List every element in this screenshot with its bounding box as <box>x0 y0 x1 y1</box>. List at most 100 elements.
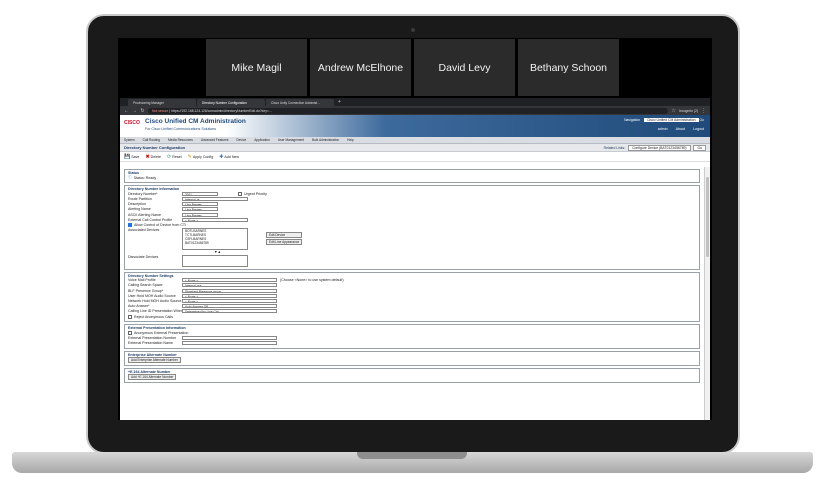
calling-search-space-select[interactable]: Internal-css <box>182 283 277 288</box>
field-label: External Presentation Number <box>128 335 177 340</box>
list-item[interactable]: BAT0123456789 <box>185 241 247 245</box>
save-button[interactable]: 💾 Save <box>124 154 139 160</box>
user-hold-moh-select[interactable]: < None > <box>182 293 277 298</box>
dn-settings-section: Directory Number Settings Voice Mail Pro… <box>124 271 700 323</box>
participant-tile[interactable]: Bethany Schoon <box>518 39 619 96</box>
delete-icon: ✖ <box>145 153 150 160</box>
add-new-icon: ✚ <box>219 153 224 160</box>
ascii-alerting-name-input[interactable]: Lisa Barnes <box>182 212 218 217</box>
menu-item-user-management[interactable]: User Management <box>278 138 304 142</box>
field-label: Calling Search Space <box>128 283 163 288</box>
associated-devices-label: Associated Devices <box>128 227 160 232</box>
navigation-select[interactable]: Cisco Unified CM Administration <box>644 118 699 122</box>
voice-mail-profile-select[interactable]: < None > <box>182 278 277 283</box>
dissociate-devices-list[interactable] <box>182 254 248 267</box>
related-links-select[interactable]: Configure Device (BAT0123456789) <box>628 144 691 151</box>
field-label: Calling Line ID Presentation When Divert… <box>128 309 182 314</box>
reset-button[interactable]: ⟳ Reset <box>167 154 182 160</box>
menu-item-application[interactable]: Application <box>254 138 270 142</box>
menu-item-device[interactable]: Device <box>236 138 246 142</box>
app-subtitle: For Cisco Unified Communications Solutio… <box>145 127 217 131</box>
move-arrows-icon[interactable]: ▼▲ <box>214 250 221 254</box>
anonymous-presentation-label: Anonymous External Presentation <box>134 330 189 335</box>
add-e164-alternate-button[interactable]: Add +E.164 Alternate Number <box>128 373 177 380</box>
banner-links: admin About Logout <box>658 127 704 131</box>
browser-tab-active[interactable]: Directory Number Configuration <box>197 99 265 106</box>
allow-control-checkbox[interactable] <box>128 222 132 227</box>
url-input[interactable]: Not secure | https://192.168.124.126/ccm… <box>148 107 669 114</box>
blf-presence-group-select[interactable]: Standard Presence group <box>182 288 277 293</box>
dn-info-section: Directory Number Information Directory N… <box>124 185 700 270</box>
field-label: Route Partition <box>128 196 152 201</box>
participant-tile[interactable]: Andrew McElhone <box>310 39 411 96</box>
edit-line-appearance-button[interactable]: Edit Line Appearance <box>266 238 303 245</box>
info-icon: ⓘ <box>128 175 132 180</box>
incognito-profile[interactable]: Incognito (2) <box>679 109 698 113</box>
related-go-button[interactable]: Go <box>693 144 706 151</box>
allow-control-label: Allow Control of Device from CTI <box>134 222 187 227</box>
network-hold-moh-select[interactable]: < None > <box>182 299 277 304</box>
app-menubar: System Call Routing Media Resources Adva… <box>120 137 710 144</box>
new-tab-icon[interactable]: + <box>335 99 341 106</box>
menu-item-help[interactable]: Help <box>347 138 354 142</box>
add-enterprise-alternate-button[interactable]: Add Enterprise Alternate Number <box>128 356 181 363</box>
delete-button[interactable]: ✖ Delete <box>145 154 161 160</box>
apply-config-button[interactable]: ✎ Apply Config <box>188 154 214 160</box>
participant-tile[interactable]: David Levy <box>414 39 515 96</box>
not-secure-warning[interactable]: Not secure <box>152 109 168 113</box>
anonymous-presentation-checkbox[interactable] <box>128 330 132 335</box>
field-label: ASCII Alerting Name <box>128 212 161 217</box>
logout-link[interactable]: Logout <box>693 127 704 131</box>
webcam <box>411 28 415 32</box>
star-icon[interactable]: ☆ <box>671 108 676 114</box>
urgent-priority-checkbox[interactable] <box>238 191 242 196</box>
related-links: Related Links: Configure Device (BAT0123… <box>603 144 706 151</box>
menu-item-bulk-administration[interactable]: Bulk Administration <box>312 138 339 142</box>
auto-answer-select[interactable]: Auto Answer Off <box>182 304 277 309</box>
field-note: (Choose <None> to use system default) <box>280 278 344 283</box>
reject-anonymous-checkbox[interactable] <box>128 314 132 319</box>
address-bar-row: ← → ↻ Not secure | https://192.168.124.1… <box>120 106 710 115</box>
description-input[interactable]: Lisa Barnes <box>182 202 218 207</box>
user-link[interactable]: admin <box>658 127 668 131</box>
external-presentation-name-input[interactable] <box>182 341 277 346</box>
field-label: Auto Answer* <box>128 304 150 309</box>
menu-item-system[interactable]: System <box>124 138 135 142</box>
menu-item-advanced-features[interactable]: Advanced Features <box>201 138 229 142</box>
field-label: BLF Presence Group* <box>128 288 164 293</box>
participant-tile[interactable]: Mike Magil <box>206 39 307 96</box>
reject-anonymous-label: Reject Anonymous Calls <box>134 314 173 319</box>
menu-item-media-resources[interactable]: Media Resources <box>168 138 193 142</box>
app-banner: CISCO Cisco Unified CM Administration Fo… <box>120 115 710 137</box>
navigation-selector: Navigation Cisco Unified CM Administrati… <box>624 118 704 122</box>
edit-device-button[interactable]: Edit Device <box>266 231 303 238</box>
alerting-name-input[interactable]: Lisa Barnes <box>182 207 218 212</box>
page-scrollbar[interactable] <box>704 167 710 420</box>
enterprise-alternate-section: Enterprise Alternate Number Add Enterpri… <box>124 350 700 366</box>
menu-item-call-routing[interactable]: Call Routing <box>143 138 160 142</box>
navigation-label: Navigation <box>624 118 641 122</box>
add-new-button[interactable]: ✚ Add New <box>219 154 239 160</box>
field-label: External Call Control Profile <box>128 217 173 222</box>
reload-icon[interactable]: ↻ <box>140 108 145 114</box>
browser-tab[interactable]: Provisioning Manager <box>128 99 196 106</box>
external-call-control-select[interactable]: < None > <box>182 217 248 222</box>
route-partition-select[interactable]: Internal-pt <box>182 196 248 201</box>
forward-icon[interactable]: → <box>132 108 137 114</box>
about-link[interactable]: About <box>676 127 685 131</box>
browser-tab[interactable]: Cisco Unity Connection Administ... <box>266 99 334 106</box>
e164-alternate-section: +E.164 Alternate Number Add +E.164 Alter… <box>124 367 700 383</box>
section-legend: Enterprise Alternate Number <box>128 352 177 357</box>
external-presentation-number-input[interactable] <box>182 335 277 340</box>
calling-line-id-select[interactable]: Determined by Line Ctrl <box>182 309 277 314</box>
field-label: Network Hold MOH Audio Source <box>128 299 182 304</box>
related-links-label: Related Links: <box>603 145 626 150</box>
associated-devices-list[interactable]: BOTLBARNES TCTLBARNES CSFLBARNES BAT0123… <box>182 227 248 250</box>
field-label: Alerting Name <box>128 207 151 212</box>
directory-number-input[interactable]: 3011 <box>182 191 218 196</box>
back-icon[interactable]: ← <box>124 108 129 114</box>
go-label[interactable]: Go <box>699 118 704 122</box>
menu-kebab-icon[interactable]: ⋮ <box>701 108 706 114</box>
scrollbar-thumb[interactable] <box>706 177 709 257</box>
laptop-notch <box>357 452 467 459</box>
